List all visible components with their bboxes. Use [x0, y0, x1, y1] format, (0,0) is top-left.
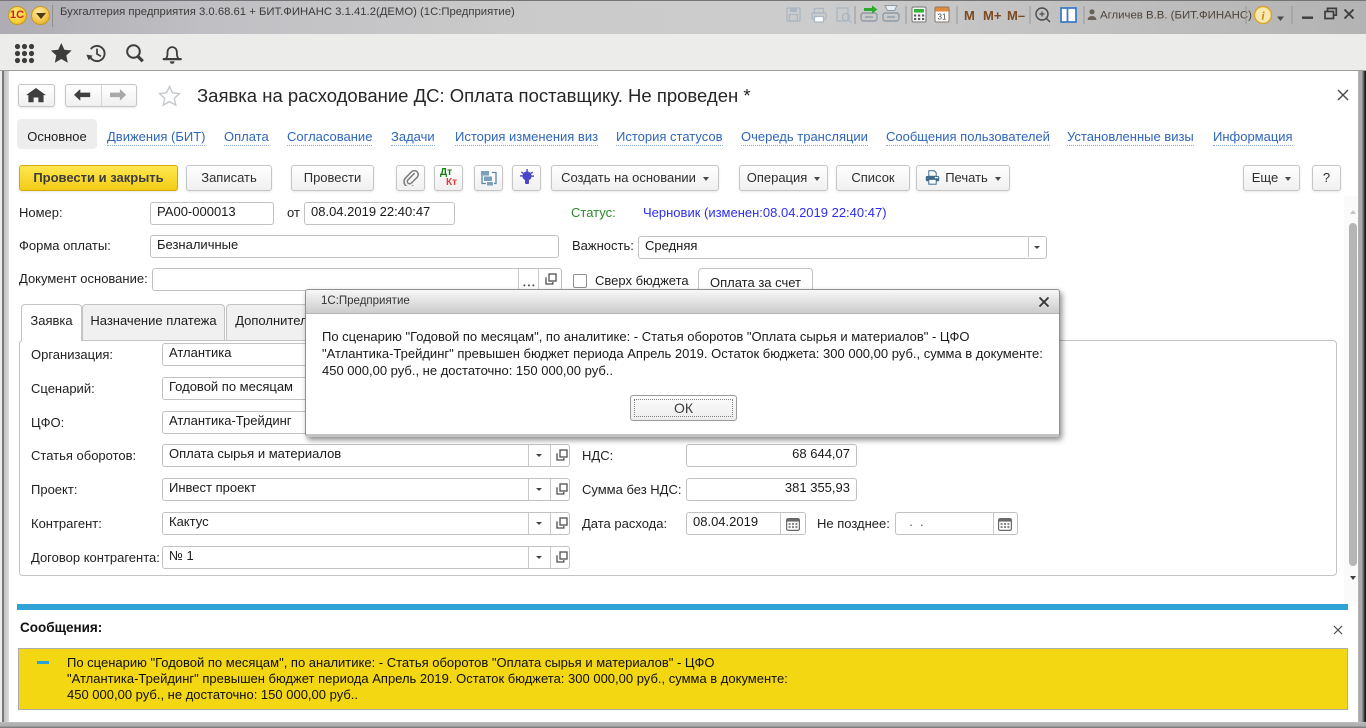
svg-text:M–: M–	[1007, 8, 1025, 23]
svg-text:M: M	[964, 8, 975, 23]
svg-text:Агличев В.В. (БИТ.ФИНАНС): Агличев В.В. (БИТ.ФИНАНС)	[1100, 10, 1252, 22]
svg-text:M+: M+	[983, 8, 1002, 23]
svg-text:31: 31	[938, 13, 947, 22]
